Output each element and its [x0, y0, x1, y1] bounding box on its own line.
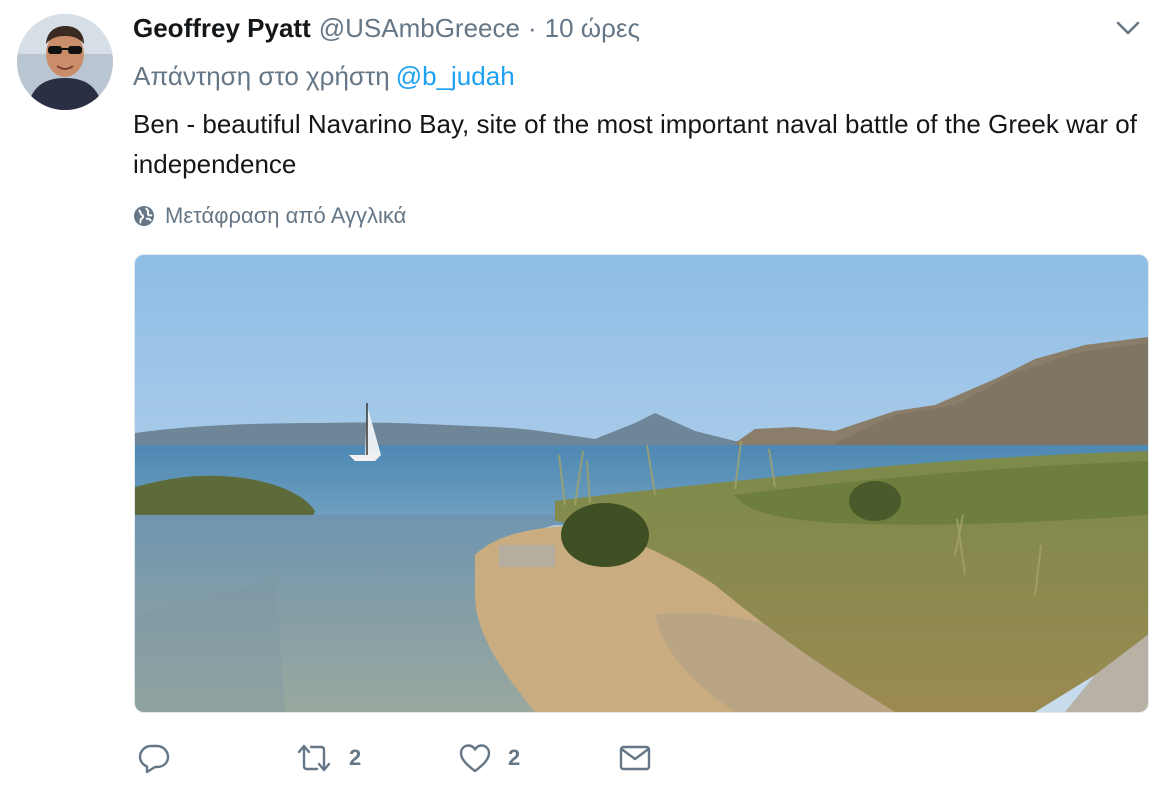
chevron-down-icon[interactable] — [1114, 16, 1142, 40]
reply-icon — [138, 744, 170, 774]
reply-mention-link[interactable]: @b_judah — [396, 61, 515, 91]
translate-link[interactable]: Μετάφραση από Αγγλικά — [133, 201, 406, 231]
like-button[interactable]: 2 — [458, 736, 520, 780]
bay-landscape-image — [135, 255, 1148, 712]
tweet-text: Ben - beautiful Navarino Bay, site of th… — [133, 109, 1137, 179]
author-handle[interactable]: @USAmbGreece — [319, 12, 520, 44]
retweet-button[interactable]: 2 — [295, 736, 361, 780]
timestamp[interactable]: 10 ώρες — [545, 12, 640, 44]
globe-icon — [134, 206, 154, 226]
reply-button[interactable] — [137, 736, 171, 780]
direct-message-button[interactable] — [618, 736, 652, 780]
separator-dot: · — [527, 13, 537, 43]
retweet-icon — [297, 744, 331, 772]
avatar[interactable] — [17, 14, 113, 110]
like-count: 2 — [508, 745, 521, 770]
reply-prefix: Απάντηση στο χρήστη — [133, 61, 390, 91]
tweet-photo[interactable] — [134, 254, 1149, 713]
avatar-image — [17, 14, 113, 110]
translate-label: Μετάφραση από Αγγλικά — [165, 203, 407, 228]
tweet-actions: 2 2 — [133, 736, 733, 780]
heart-icon — [459, 744, 491, 773]
tweet-header: Geoffrey Pyatt @USAmbGreece · 10 ώρες — [133, 12, 640, 44]
author-name[interactable]: Geoffrey Pyatt — [133, 12, 311, 44]
envelope-icon — [619, 745, 651, 771]
reply-context: Απάντηση στο χρήστη @b_judah — [133, 60, 515, 92]
retweet-count: 2 — [349, 745, 362, 770]
tweet[interactable]: Geoffrey Pyatt @USAmbGreece · 10 ώρες Απ… — [0, 0, 1164, 793]
